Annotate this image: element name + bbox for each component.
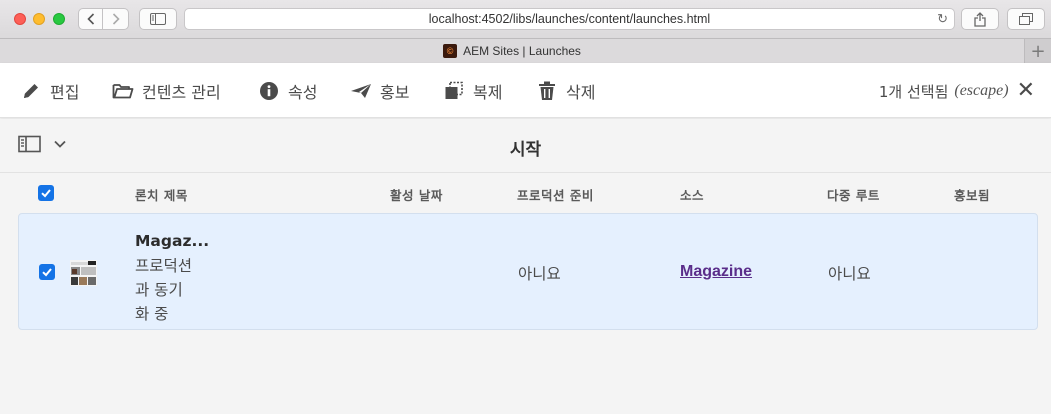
status-line: 프로덕션 (135, 257, 193, 275)
info-icon (258, 80, 280, 102)
promote-button[interactable]: 홍보 (350, 79, 409, 103)
table-row[interactable]: Magaz... 프로덕션 과 동기 화 중 아니요 Magazine 아니요 (18, 213, 1038, 330)
tabs-icon (1019, 13, 1033, 25)
url-text: localhost:4502/libs/launches/content/lau… (428, 12, 711, 26)
column-header-title[interactable]: 론치 제목 (135, 185, 188, 204)
tab-aem-launches[interactable]: © AEM Sites | Launches (0, 39, 1024, 63)
zoom-window-button[interactable] (53, 13, 65, 25)
close-icon[interactable]: ✕ (1017, 80, 1035, 102)
address-bar[interactable]: localhost:4502/libs/launches/content/lau… (184, 8, 955, 30)
promote-label: 홍보 (380, 83, 410, 102)
page-title: 시작 (509, 140, 542, 160)
select-all-checkbox[interactable] (38, 185, 54, 201)
trash-icon (536, 80, 558, 102)
column-header-production-ready[interactable]: 프로덕션 준비 (517, 185, 594, 204)
reload-icon[interactable]: ↻ (937, 11, 948, 27)
edit-label: 편집 (50, 83, 80, 102)
column-header-source[interactable]: 소스 (680, 185, 704, 204)
manage-content-button[interactable]: 컨텐츠 관리 (112, 79, 221, 103)
close-window-button[interactable] (14, 13, 26, 25)
column-header-promoted[interactable]: 홍보됨 (954, 185, 990, 204)
aem-favicon-icon: © (443, 44, 458, 58)
pencil-icon (20, 80, 42, 102)
minimize-window-button[interactable] (33, 13, 45, 25)
launch-title[interactable]: Magaz... (135, 232, 209, 250)
source-link[interactable]: Magazine (680, 263, 752, 281)
copy-label: 복제 (473, 83, 503, 102)
folder-icon (112, 80, 134, 102)
action-bar: 편집 컨텐츠 관리 속성 홍보 복제 삭제 1개 선택됨 (escape) ✕ (0, 63, 1051, 118)
properties-label: 속성 (288, 83, 318, 102)
properties-button[interactable]: 속성 (258, 79, 317, 103)
multiple-roots-cell: 아니요 (828, 265, 871, 283)
share-icon (974, 11, 986, 27)
delete-label: 삭제 (566, 83, 596, 102)
tab-bar: © AEM Sites | Launches + (0, 38, 1051, 63)
checkmark-icon (42, 268, 52, 277)
tabs-overview-button[interactable] (1007, 8, 1045, 30)
copy-icon (443, 80, 465, 102)
chevron-left-icon (86, 13, 94, 25)
sidebar-icon (150, 13, 166, 25)
copy-button[interactable]: 복제 (443, 79, 502, 103)
column-header-activation-date[interactable]: 활성 날짜 (390, 185, 443, 204)
send-icon (350, 80, 372, 102)
table-header: 론치 제목 활성 날짜 프로덕션 준비 소스 다중 루트 홍보됨 (0, 174, 1051, 212)
forward-button[interactable] (103, 8, 129, 30)
new-tab-button[interactable]: + (1024, 39, 1051, 63)
manage-content-label: 컨텐츠 관리 (142, 83, 221, 102)
row-checkbox[interactable] (39, 264, 55, 280)
sidebar-toggle-button[interactable] (139, 8, 177, 30)
browser-chrome: localhost:4502/libs/launches/content/lau… (0, 0, 1051, 63)
edit-button[interactable]: 편집 (20, 79, 79, 103)
tab-title: AEM Sites | Launches (463, 44, 581, 58)
selection-count: 1개 선택됨 (878, 82, 949, 101)
status-line: 화 중 (135, 305, 169, 323)
status-line: 과 동기 (135, 281, 183, 299)
launch-status: 프로덕션 과 동기 화 중 (135, 254, 215, 326)
checkmark-icon (41, 189, 51, 198)
escape-hint: (escape) (954, 82, 1009, 99)
column-header-multiple-roots[interactable]: 다중 루트 (827, 185, 880, 204)
share-button[interactable] (961, 8, 999, 30)
launch-thumbnail (70, 260, 97, 286)
title-bar: 시작 (0, 119, 1051, 173)
back-button[interactable] (78, 8, 103, 30)
chevron-right-icon (112, 13, 120, 25)
production-ready-cell: 아니요 (518, 265, 561, 283)
selection-status: 1개 선택됨 (escape) ✕ (879, 79, 1035, 103)
delete-button[interactable]: 삭제 (536, 79, 595, 103)
